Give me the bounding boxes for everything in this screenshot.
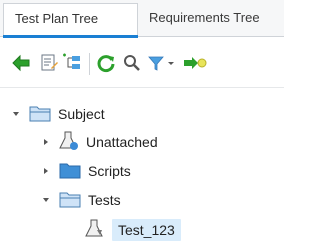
tree-node-label: Test_123 xyxy=(112,219,181,241)
toolbar-divider xyxy=(0,87,284,88)
toolbar xyxy=(0,49,284,79)
go-to-icon[interactable] xyxy=(182,52,208,74)
tab-bar: Test Plan Tree Requirements Tree xyxy=(0,0,284,38)
tree-node-subject[interactable]: Subject xyxy=(10,100,105,128)
toolbar-separator xyxy=(89,53,90,75)
back-arrow-icon[interactable] xyxy=(10,52,32,74)
unattached-test-icon xyxy=(58,130,80,155)
chevron-right-icon[interactable] xyxy=(40,165,52,177)
new-folder-icon[interactable] xyxy=(62,52,84,74)
chevron-right-icon[interactable] xyxy=(40,136,52,148)
folder-icon xyxy=(58,160,82,183)
tree-node-label: Unattached xyxy=(86,134,158,150)
tree-node-label: Tests xyxy=(88,192,121,208)
folder-open-icon xyxy=(58,189,82,212)
tree-node-label: Scripts xyxy=(88,163,131,179)
folder-open-icon xyxy=(28,103,52,126)
search-icon[interactable] xyxy=(121,52,143,74)
tree-node-label: Subject xyxy=(58,106,105,122)
tree-node-scripts[interactable]: Scripts xyxy=(40,157,131,185)
tree-node-test-123[interactable]: Test_123 xyxy=(84,216,181,244)
filter-icon[interactable] xyxy=(146,52,180,74)
tree-node-unattached[interactable]: Unattached xyxy=(40,128,158,156)
refresh-icon[interactable] xyxy=(95,52,117,74)
test-plan-panel: Test Plan Tree Requirements Tree Subject… xyxy=(0,0,284,247)
chevron-down-icon[interactable] xyxy=(40,194,52,206)
test-icon xyxy=(84,218,106,243)
edit-details-icon[interactable] xyxy=(38,52,60,74)
chevron-down-icon[interactable] xyxy=(10,108,22,120)
tab-test-plan-tree[interactable]: Test Plan Tree xyxy=(3,3,138,38)
tab-requirements-tree[interactable]: Requirements Tree xyxy=(138,3,284,33)
tree-node-tests[interactable]: Tests xyxy=(40,186,121,214)
